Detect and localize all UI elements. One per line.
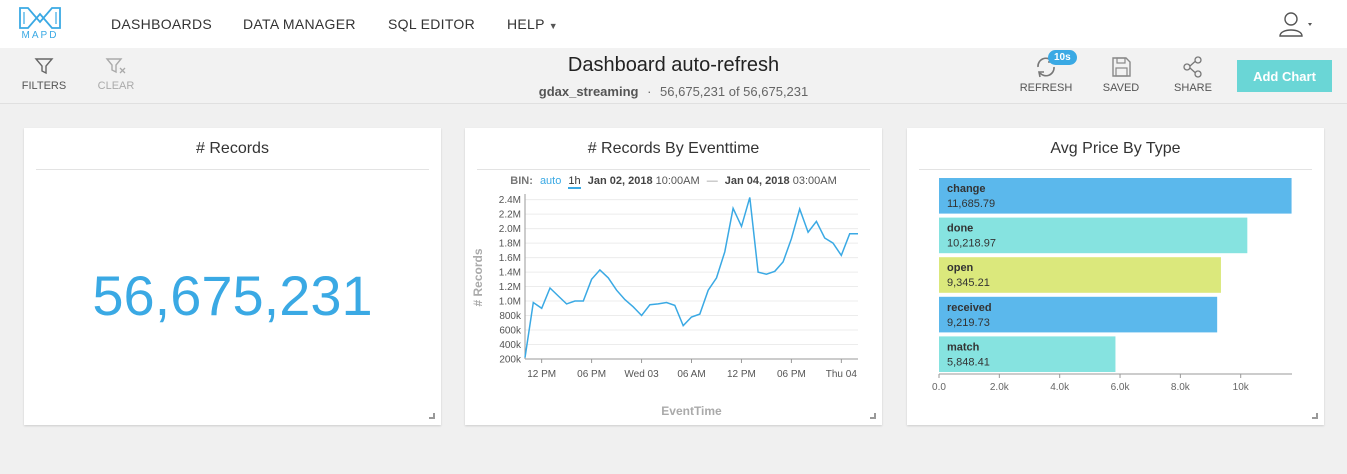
x-tick-label: Wed 03: [624, 369, 659, 380]
y-tick-label: 200k: [499, 355, 522, 366]
nav-help-label: HELP: [507, 16, 545, 32]
table-name: gdax_streaming: [538, 84, 639, 99]
resize-handle[interactable]: [429, 413, 435, 419]
avgprice-bar-chart[interactable]: change 11,685.79 done 10,218.97 open 9,345.21…: [907, 128, 1324, 425]
x-tick-label: 12 PM: [527, 369, 556, 380]
chevron-down-icon: ▼: [548, 21, 558, 31]
card-divider: [36, 169, 429, 170]
share-label: SHARE: [1174, 82, 1212, 94]
mapd-logo[interactable]: MAPD: [18, 6, 62, 42]
x-tick-label: 12 PM: [727, 369, 756, 380]
x-tick-label: 0.0: [932, 382, 946, 393]
x-tick-label: 06 AM: [677, 369, 705, 380]
y-tick-label: 1.0M: [499, 297, 521, 308]
save-icon: [1112, 57, 1131, 77]
nav-sql-editor[interactable]: SQL EDITOR: [388, 16, 475, 32]
records-card-title[interactable]: # Records: [24, 140, 441, 158]
bar-value-label: 9,219.73: [947, 317, 990, 329]
dashboard-title[interactable]: Dashboard auto-refresh: [0, 54, 1347, 77]
timeline-card[interactable]: # Records By Eventtime BIN: auto 1h Jan …: [465, 128, 882, 425]
y-tick-label: 2.2M: [499, 210, 521, 221]
y-axis-title: # Records: [471, 248, 485, 306]
share-icon: [1183, 56, 1202, 78]
nav-data-manager[interactable]: DATA MANAGER: [243, 16, 356, 32]
y-tick-label: 1.4M: [499, 268, 521, 279]
bar-category-label: open: [947, 262, 974, 274]
bar-category-label: received: [947, 302, 992, 314]
x-tick-label: 4.0k: [1050, 382, 1070, 393]
user-menu-button[interactable]: [1277, 10, 1317, 40]
records-card[interactable]: # Records 56,675,231: [24, 128, 441, 425]
x-tick-label: Thu 04: [826, 369, 858, 380]
user-icon: [1279, 12, 1312, 37]
bar-value-label: 10,218.97: [947, 238, 996, 250]
subtitle-separator: ·: [647, 84, 652, 99]
bar-value-label: 11,685.79: [947, 198, 995, 210]
x-tick-label: 8.0k: [1171, 382, 1191, 393]
add-chart-button[interactable]: Add Chart: [1237, 60, 1332, 92]
bar-category-label: change: [947, 183, 986, 195]
record-count: 56,675,231 of 56,675,231: [660, 84, 809, 99]
y-tick-label: 600k: [499, 326, 522, 337]
y-tick-label: 2.0M: [499, 224, 521, 235]
y-tick-label: 1.8M: [499, 239, 521, 250]
save-button[interactable]: SAVED: [1100, 56, 1142, 94]
resize-handle[interactable]: [870, 413, 876, 419]
resize-handle[interactable]: [1312, 413, 1318, 419]
nav-help[interactable]: HELP ▼: [507, 16, 558, 32]
bar-category-label: match: [947, 341, 980, 353]
x-tick-label: 06 PM: [777, 369, 806, 380]
x-tick-label: 06 PM: [577, 369, 606, 380]
y-tick-label: 400k: [499, 340, 522, 351]
x-tick-label: 10k: [1233, 382, 1250, 393]
x-axis-title: EventTime: [661, 404, 722, 418]
y-tick-label: 2.4M: [499, 195, 521, 206]
y-tick-label: 1.2M: [499, 282, 521, 293]
mapd-logo-icon: [19, 7, 61, 29]
dashboard-toolbar: FILTERS CLEAR Dashboard auto-refresh gda…: [0, 48, 1347, 104]
avgprice-card[interactable]: Avg Price By Type change 11,685.79 done 10,…: [907, 128, 1324, 425]
x-tick-label: 6.0k: [1111, 382, 1131, 393]
saved-label: SAVED: [1102, 82, 1140, 94]
x-tick-label: 2.0k: [990, 382, 1010, 393]
y-tick-label: 800k: [499, 311, 522, 322]
y-tick-label: 1.6M: [499, 253, 521, 264]
timeline-line-chart[interactable]: 200k 400k 600k 800k 1.0M 1.2M 1.4M 1.6M 1.8M 2.0M…: [465, 128, 882, 425]
top-navbar: MAPD DASHBOARDS DATA MANAGER SQL EDITOR …: [0, 0, 1347, 48]
bar-category-label: done: [947, 223, 973, 235]
records-series-line: [524, 197, 858, 358]
share-button[interactable]: SHARE: [1172, 56, 1214, 94]
bar-value-label: 9,345.21: [947, 277, 990, 289]
dashboard-subtitle: gdax_streaming · 56,675,231 of 56,675,23…: [0, 84, 1347, 99]
logo-text: MAPD: [21, 30, 59, 41]
nav-dashboards[interactable]: DASHBOARDS: [111, 16, 212, 32]
refresh-interval-badge: 10s: [1048, 50, 1077, 65]
records-number: 56,675,231: [92, 264, 373, 327]
bar-value-label: 5,848.41: [947, 356, 990, 368]
refresh-label: REFRESH: [1019, 82, 1073, 94]
